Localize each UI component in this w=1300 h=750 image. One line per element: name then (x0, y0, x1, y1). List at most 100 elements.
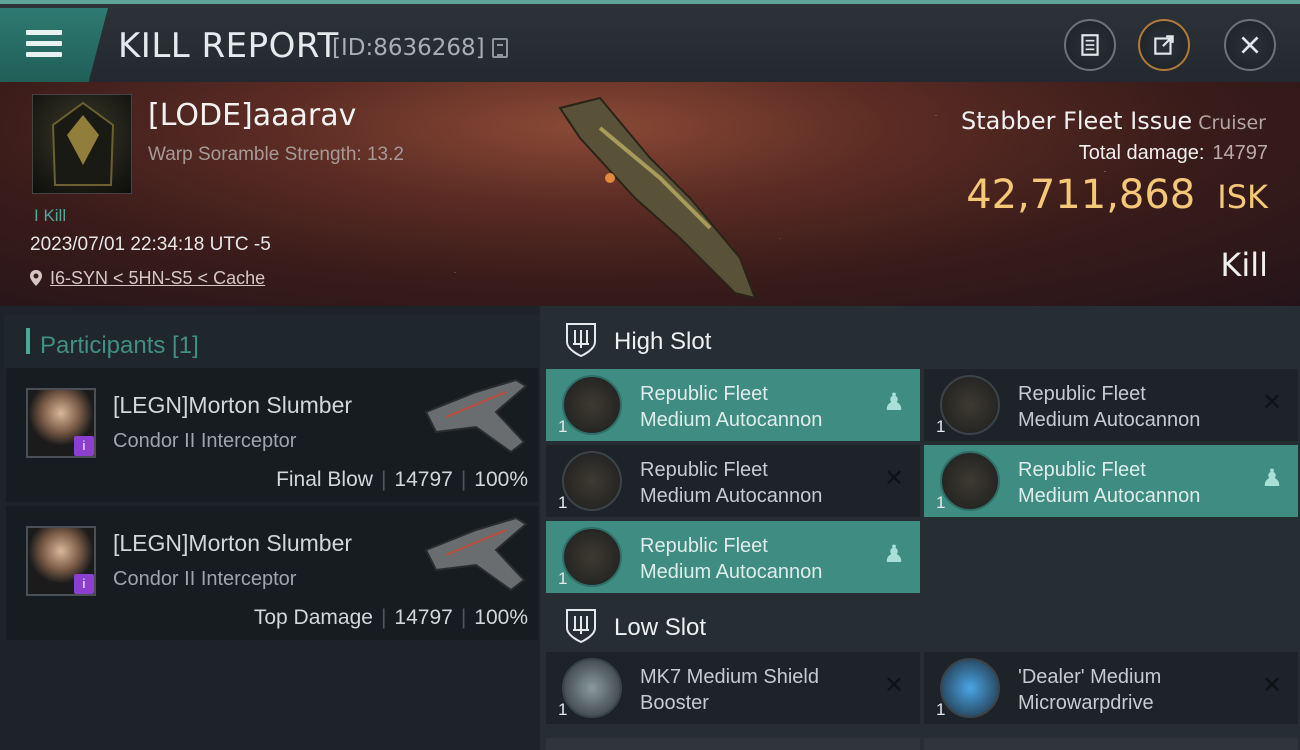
module-quantity: 1 (558, 569, 568, 588)
clipboard-button[interactable] (1064, 19, 1116, 71)
high-slot-label: High Slot (614, 328, 712, 355)
module-name: Republic Fleet Medium Autocannon (640, 533, 870, 585)
x-icon: ✕ (1261, 389, 1283, 416)
module-name: Republic Fleet Medium Autocannon (1018, 457, 1248, 509)
high-slot-header: High Slot (546, 308, 1300, 368)
slot-shield-icon (566, 609, 596, 644)
participants-title: Participants [1] (40, 332, 199, 359)
total-damage: Total damage: 14797 (1079, 142, 1268, 165)
header-accent-bar (26, 328, 30, 354)
module-quantity: 1 (936, 417, 946, 436)
low-slot-label: Low Slot (614, 614, 707, 641)
close-button[interactable] (1224, 19, 1276, 71)
module-name-line: Republic Fleet (1018, 459, 1146, 481)
module-name-line: 'Dealer' Medium (1018, 666, 1162, 688)
victim-name[interactable]: [LODE]aaarav (148, 98, 356, 133)
participant-percent: 100% (474, 468, 528, 491)
module-name: Republic Fleet Medium Autocannon (1018, 381, 1248, 433)
participants-header: Participants [1] (4, 314, 540, 370)
participants-panel: Participants [1] i [LEGN]Morton Slumber … (0, 306, 540, 750)
participant-stats: Top Damage | 14797 | 100% (254, 606, 528, 630)
menu-button[interactable] (0, 8, 108, 82)
location-text: I6-SYN < 5HN-S5 < Cache (50, 268, 266, 288)
module-slot[interactable]: 1 Republic Fleet Medium Autocannon ♟ (924, 445, 1298, 517)
participant-card[interactable]: i [LEGN]Morton Slumber Condor II Interce… (6, 368, 538, 502)
participant-ship: Condor II Interceptor (113, 568, 297, 590)
participant-role: Top Damage (253, 606, 373, 629)
module-quantity: 1 (936, 493, 946, 512)
victim-avatar[interactable] (32, 94, 132, 194)
module-slot[interactable]: 1 MK7 Medium Shield Booster ✕ (546, 652, 920, 724)
module-slot[interactable]: 1 Republic Fleet Medium Autocannon ✕ (546, 445, 920, 517)
module-name-line: Medium Autocannon (640, 409, 823, 431)
participant-name: [LEGN]Morton Slumber (113, 392, 353, 418)
ship-name-text: Stabber Fleet Issue (961, 107, 1193, 135)
low-slot-header: Low Slot (546, 594, 1300, 654)
slot-shield-icon (566, 323, 596, 358)
total-damage-label: Total damage: (1078, 142, 1205, 164)
autocannon-icon (562, 451, 622, 511)
location-pin-icon (30, 270, 42, 286)
separator: | (460, 606, 467, 629)
kill-datetime: 2023/07/01 22:34:18 UTC -5 (30, 234, 271, 255)
location-link[interactable]: I6-SYN < 5HN-S5 < Cache (30, 268, 265, 289)
autocannon-icon (562, 375, 622, 435)
module-name-line: Republic Fleet (1018, 383, 1146, 405)
participant-percent: 100% (474, 606, 528, 629)
clipboard-icon (1081, 34, 1099, 56)
separator: | (380, 606, 387, 629)
module-slot[interactable]: 1 'Dealer' Medium Microwarpdrive ✕ (924, 652, 1298, 724)
info-badge[interactable]: i (74, 574, 94, 594)
module-name-line: Republic Fleet (640, 535, 768, 557)
participant-ship: Condor II Interceptor (113, 430, 297, 452)
module-slot[interactable]: 1 Republic Fleet Medium Autocannon ♟ (546, 369, 920, 441)
module-quantity: 1 (558, 493, 568, 512)
module-slot[interactable]: 1 Republic Fleet Medium Autocannon ♟ (546, 521, 920, 593)
victim-ship-name[interactable]: Stabber Fleet Issue Cruiser (961, 107, 1266, 135)
module-name: Republic Fleet Medium Autocannon (640, 457, 870, 509)
module-slot-partial[interactable] (924, 738, 1298, 750)
page-title: KILL REPORT (118, 26, 339, 66)
isk-value: 42,711,868 ISK (966, 172, 1268, 218)
close-icon (1241, 36, 1259, 54)
participant-name: [LEGN]Morton Slumber (113, 530, 353, 556)
copy-icon[interactable] (492, 38, 508, 58)
module-slot[interactable]: 1 Republic Fleet Medium Autocannon ✕ (924, 369, 1298, 441)
fitting-panel: High Slot 1 Republic Fleet Medium Autocan… (540, 306, 1300, 750)
module-name-line: MK7 Medium Shield (640, 666, 819, 688)
top-bar: KILL REPORT [ID:8636268] (0, 0, 1300, 82)
module-name-line: Medium Autocannon (640, 485, 823, 507)
module-name-line: Medium Autocannon (640, 561, 823, 583)
info-badge[interactable]: i (74, 436, 94, 456)
victim-ship-image[interactable] (540, 88, 770, 306)
x-icon: ✕ (883, 465, 905, 492)
x-icon: ✕ (883, 672, 905, 699)
share-icon (1154, 35, 1174, 55)
total-damage-value: 14797 (1212, 142, 1268, 164)
module-name-line: Republic Fleet (640, 383, 768, 405)
person-icon: ♟ (1261, 465, 1283, 492)
autocannon-icon (940, 375, 1000, 435)
participant-role: Final Blow (276, 468, 373, 491)
module-name: Republic Fleet Medium Autocannon (640, 381, 870, 433)
module-quantity: 1 (558, 700, 568, 719)
module-slot-partial[interactable] (546, 738, 920, 750)
menu-icon (26, 30, 62, 60)
isk-amount: 42,711,868 (966, 172, 1196, 218)
module-quantity: 1 (936, 700, 946, 719)
microwarpdrive-icon (940, 658, 1000, 718)
victim-summary: [LODE]aaarav Warp Soramble Strength: 13.… (0, 82, 1300, 306)
participant-damage: 14797 (394, 606, 453, 629)
result-label: Kill (1220, 246, 1268, 284)
module-quantity: 1 (558, 417, 568, 436)
participant-damage: 14797 (394, 468, 453, 491)
ship-class: Cruiser (1198, 112, 1266, 134)
participant-ship-image (424, 516, 528, 592)
participant-card[interactable]: i [LEGN]Morton Slumber Condor II Interce… (6, 506, 538, 640)
share-button[interactable] (1138, 19, 1190, 71)
autocannon-icon (940, 451, 1000, 511)
person-icon: ♟ (883, 389, 905, 416)
module-name-line: Booster (640, 692, 709, 714)
module-name: 'Dealer' Medium Microwarpdrive (1018, 664, 1248, 716)
warp-scramble-strength: Warp Soramble Strength: 13.2 (148, 144, 404, 165)
